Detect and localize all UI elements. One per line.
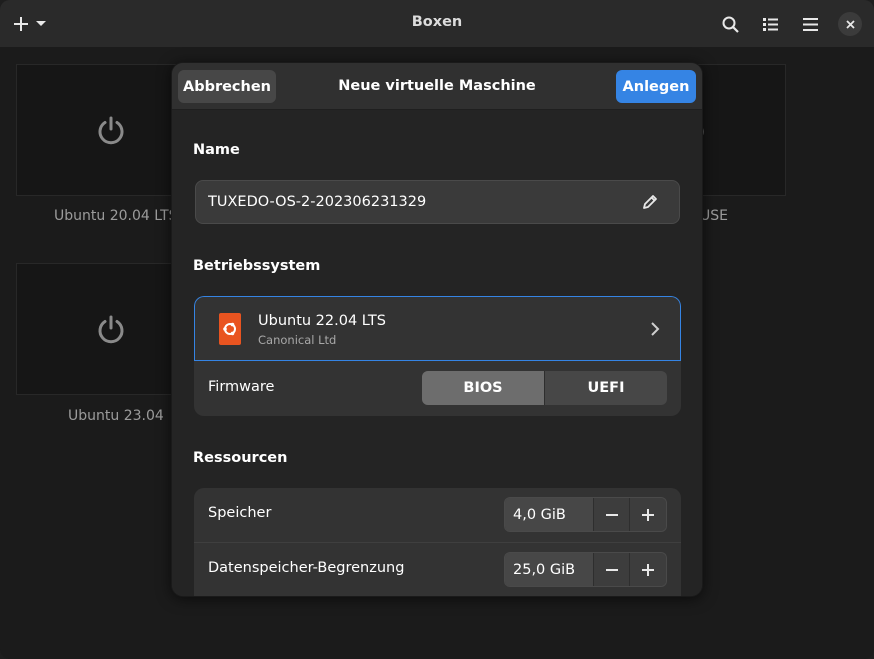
minus-icon <box>605 568 618 571</box>
os-section-title: Betriebssystem <box>193 258 321 274</box>
view-toggle-button[interactable] <box>754 8 786 40</box>
memory-stepper: 4,0 GiB <box>504 497 667 532</box>
firmware-uefi-toggle[interactable]: UEFI <box>544 371 667 405</box>
close-icon <box>845 19 855 29</box>
name-field[interactable] <box>195 180 680 224</box>
plus-icon <box>642 508 655 521</box>
name-input[interactable] <box>208 181 628 223</box>
memory-decrease-button[interactable] <box>592 498 630 531</box>
memory-value[interactable]: 4,0 GiB <box>505 498 593 531</box>
minus-icon <box>605 513 618 516</box>
dialog-body: Name Betriebssystem Ubuntu 22.04 LTS Can… <box>172 110 702 596</box>
memory-label: Speicher <box>208 505 272 521</box>
storage-decrease-button[interactable] <box>592 553 630 586</box>
storage-stepper: 25,0 GiB <box>504 552 667 587</box>
memory-increase-button[interactable] <box>629 498 666 531</box>
resources-section-title: Ressourcen <box>193 450 288 466</box>
firmware-toggle: BIOS UEFI <box>422 371 667 405</box>
search-icon <box>722 16 739 33</box>
main-menu-button[interactable] <box>794 8 826 40</box>
storage-value[interactable]: 25,0 GiB <box>505 553 593 586</box>
new-vm-dialog: Abbrechen Neue virtuelle Maschine Anlege… <box>171 62 703 597</box>
edit-icon[interactable] <box>641 193 659 211</box>
chevron-right-icon <box>651 322 660 336</box>
os-selector-row[interactable]: Ubuntu 22.04 LTS Canonical Ltd <box>194 296 681 361</box>
resources-list: Speicher 4,0 GiB Datenspeicher-Begrenzun… <box>194 488 681 596</box>
list-view-icon <box>762 17 778 31</box>
header-bar: Boxen <box>0 0 874 47</box>
dialog-header: Abbrechen Neue virtuelle Maschine Anlege… <box>172 63 702 110</box>
firmware-row: Firmware BIOS UEFI <box>194 362 681 416</box>
storage-increase-button[interactable] <box>629 553 666 586</box>
storage-row: Datenspeicher-Begrenzung 25,0 GiB <box>194 543 681 596</box>
close-window-button[interactable] <box>838 12 862 36</box>
menu-icon <box>802 17 818 31</box>
boxes-window: Boxen Ubuntu 20.04 LTS Ubuntu 23.04 USE … <box>0 0 874 659</box>
plus-icon <box>642 563 655 576</box>
os-name: Ubuntu 22.04 LTS <box>258 313 386 329</box>
storage-label: Datenspeicher-Begrenzung <box>208 560 405 576</box>
os-list: Ubuntu 22.04 LTS Canonical Ltd Firmware … <box>194 296 681 416</box>
create-button[interactable]: Anlegen <box>616 70 696 103</box>
firmware-bios-toggle[interactable]: BIOS <box>422 371 544 405</box>
memory-row: Speicher 4,0 GiB <box>194 488 681 542</box>
ubuntu-logo-icon <box>219 313 241 345</box>
search-button[interactable] <box>714 8 746 40</box>
os-vendor: Canonical Ltd <box>258 333 337 347</box>
name-section-title: Name <box>193 142 240 158</box>
firmware-label: Firmware <box>208 379 275 395</box>
